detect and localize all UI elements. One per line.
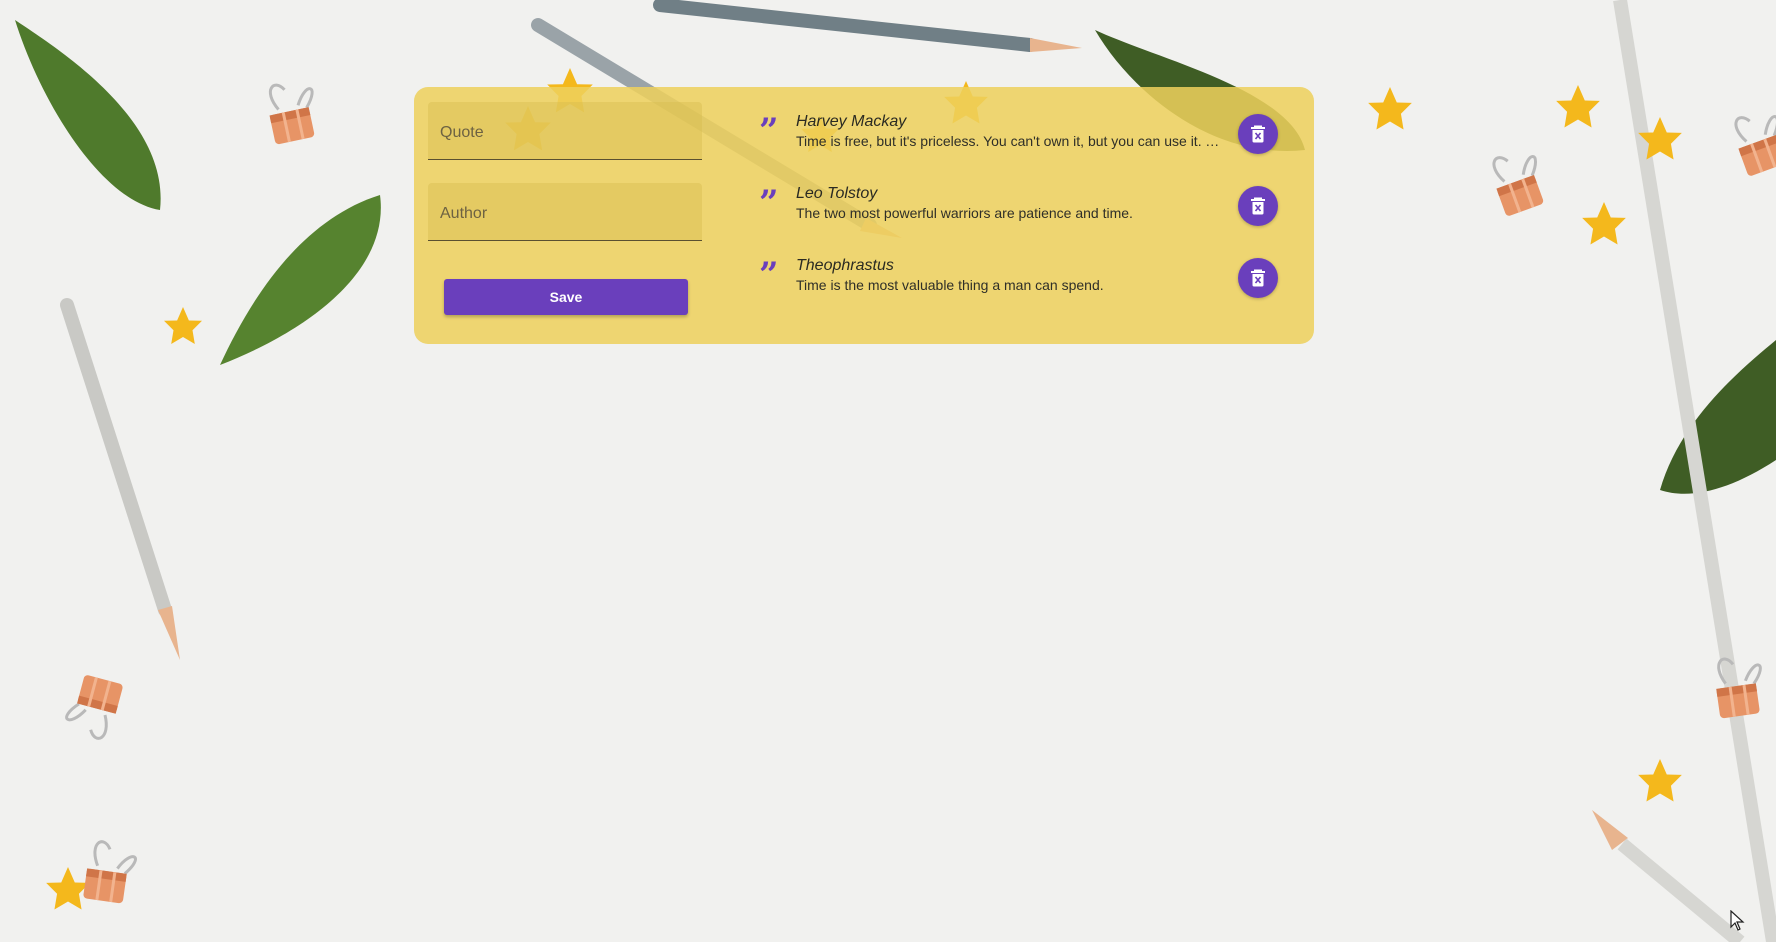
binder-clip-decoration [61,671,125,743]
save-button[interactable]: Save [444,279,688,315]
pencil-decoration [60,298,180,660]
star-decoration [46,867,90,910]
quote-author: Leo Tolstoy [796,185,878,202]
mouse-cursor-icon [1730,910,1745,931]
format-quote-icon: ” [759,255,779,295]
quote-field[interactable] [428,102,702,160]
binder-clip-decoration [1485,144,1552,219]
quote-text: The two most powerful warriors are patie… [796,205,1133,221]
binder-clip-decoration [1710,652,1769,721]
format-quote-icon: ” [759,183,779,223]
quote-text: Time is free, but it's priceless. You ca… [796,133,1221,149]
quote-input[interactable] [428,102,702,159]
quote-list-item: ” Leo Tolstoy The two most powerful warr… [714,174,1304,234]
quote-author: Theophrastus [796,257,894,274]
delete-forever-icon [1251,197,1265,215]
format-quote-icon: ” [759,111,779,151]
delete-forever-icon [1251,269,1265,287]
quote-list-item: ” Theophrastus Time is the most valuable… [714,246,1304,306]
delete-button[interactable] [1238,186,1278,226]
quote-list-item: ” Harvey Mackay Time is free, but it's p… [714,102,1304,162]
star-decoration [1638,759,1682,802]
delete-forever-icon [1251,125,1265,143]
pencil-decoration [653,0,1082,52]
binder-clip-decoration [262,76,323,147]
binder-clip-decoration [1727,104,1776,179]
leaf-decoration [220,195,381,365]
quotes-card: Save ” Harvey Mackay Time is free, but i… [414,87,1314,344]
star-decoration [1582,202,1626,245]
binder-clip-decoration [81,838,139,907]
author-field[interactable] [428,183,702,241]
star-decoration [1556,85,1600,128]
author-input[interactable] [428,183,702,240]
leaf-decoration [15,20,161,210]
star-decoration [164,307,202,344]
quote-text: Time is the most valuable thing a man ca… [796,277,1104,293]
delete-button[interactable] [1238,258,1278,298]
star-decoration [1368,87,1412,130]
delete-button[interactable] [1238,114,1278,154]
quote-author: Harvey Mackay [796,113,907,130]
